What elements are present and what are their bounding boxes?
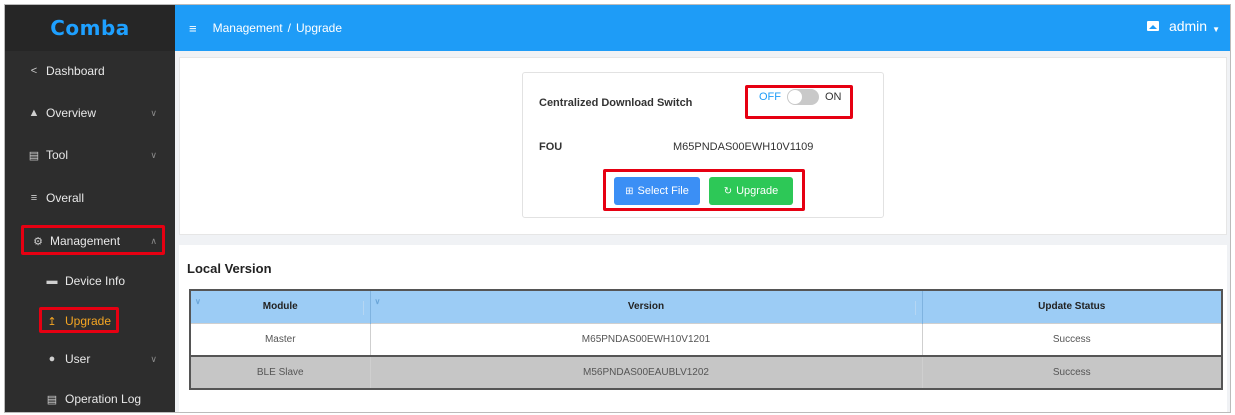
monitor-icon: ▬ — [46, 275, 58, 287]
status-cell: Success — [922, 355, 1223, 390]
select-file-label: Select File — [637, 185, 689, 197]
username: admin — [1168, 18, 1208, 34]
sort-icon: ∨ — [374, 297, 381, 306]
sidebar-item-label: Overview — [46, 106, 97, 120]
menu-toggle-icon[interactable]: ≡ — [189, 21, 197, 36]
logo-text: Comba — [50, 16, 130, 40]
toggle-switch[interactable] — [787, 89, 819, 105]
sidebar-item-device-info[interactable]: ▬ Device Info — [5, 263, 175, 299]
section-title: Local Version — [187, 261, 272, 276]
sidebar-item-overview[interactable]: ▲ Overview ∨ — [5, 93, 175, 133]
user-icon: ● — [48, 353, 56, 365]
user-menu[interactable]: admin ▼ — [1146, 18, 1220, 34]
switch-on-label: ON — [825, 91, 842, 103]
toolbox-icon: ▤ — [28, 149, 40, 162]
top-bar: ≡ Management / Upgrade admin ▼ — [175, 5, 1230, 51]
upgrade-button[interactable]: ↻ Upgrade — [709, 177, 793, 205]
sidebar-item-label: Management — [50, 234, 121, 248]
sidebar-item-overall[interactable]: ≡ Overall — [5, 178, 175, 218]
version-table: ∨ Module ∨ Version Update Status Master M6… — [189, 289, 1223, 390]
gear-icon: ⚙ — [33, 235, 43, 248]
column-header-label: Update Status — [1038, 301, 1106, 313]
sort-icon: ∨ — [195, 297, 201, 306]
document-icon: ▤ — [46, 393, 58, 406]
table-row: BLE Slave M56PNDAS00EAUBLV1202 Success — [190, 355, 1223, 390]
image-icon — [1146, 21, 1159, 31]
column-header-label: Version — [627, 301, 665, 313]
upload-icon: ↥ — [47, 315, 57, 328]
sidebar: Comba < Dashboard ▲ Overview ∨ ▤ Tool ∨ … — [5, 5, 175, 412]
sidebar-item-label: Tool — [46, 148, 69, 162]
logo: Comba — [5, 5, 175, 51]
table-header-row: ∨ Module ∨ Version Update Status — [190, 290, 1223, 323]
chevron-down-icon: ∨ — [150, 149, 157, 160]
breadcrumb: Management / Upgrade — [213, 21, 342, 35]
upgrade-panel: Centralized Download Switch OFF ON FOU M… — [179, 57, 1227, 235]
column-header-label: Module — [262, 301, 298, 313]
caret-down-icon: ▼ — [1212, 24, 1220, 34]
sidebar-item-label: Device Info — [65, 274, 126, 288]
sidebar-item-label: Upgrade — [65, 314, 112, 328]
sidebar-item-dashboard[interactable]: < Dashboard — [5, 51, 175, 91]
sidebar-item-management[interactable]: ⚙ Management ∧ — [5, 221, 175, 261]
centralized-download-switch[interactable]: OFF ON — [759, 89, 842, 105]
app-window: Comba < Dashboard ▲ Overview ∨ ▤ Tool ∨ … — [4, 4, 1231, 413]
sidebar-item-label: Dashboard — [46, 64, 105, 78]
local-version-panel: Local Version ∨ Module ∨ Version Update St… — [179, 245, 1227, 412]
column-resizer[interactable] — [362, 301, 364, 315]
sidebar-item-user[interactable]: ● User ∨ — [5, 341, 175, 377]
module-cell: Master — [190, 322, 371, 356]
breadcrumb-item[interactable]: Management — [213, 21, 283, 35]
refresh-icon: ↻ — [723, 185, 733, 197]
table-row: Master M65PNDAS00EWH10V1201 Success — [190, 322, 1223, 356]
sidebar-item-label: Overall — [46, 191, 85, 205]
file-add-icon: ⊞ — [625, 185, 634, 197]
chevron-up-icon: ∧ — [150, 235, 157, 246]
switch-label: Centralized Download Switch — [539, 97, 693, 109]
version-cell: M65PNDAS00EWH10V1201 — [370, 322, 923, 356]
upgrade-label: Upgrade — [736, 185, 779, 197]
module-cell: BLE Slave — [190, 355, 371, 390]
sidebar-item-label: User — [65, 352, 91, 366]
sidebar-item-operation-log[interactable]: ▤ Operation Log — [5, 381, 175, 412]
chevron-down-icon: ∨ — [150, 107, 157, 118]
select-file-button[interactable]: ⊞ Select File — [614, 177, 700, 205]
fou-version-value: M65PNDAS00EWH10V1109 — [673, 141, 814, 153]
sliders-icon: ≡ — [30, 192, 38, 204]
share-icon: < — [30, 65, 38, 77]
status-cell: Success — [922, 322, 1223, 356]
sidebar-item-upgrade[interactable]: ↥ Upgrade — [5, 303, 175, 339]
column-header[interactable]: Update Status — [922, 290, 1223, 323]
column-header[interactable]: ∨ Version — [370, 290, 923, 323]
switch-off-label: OFF — [759, 91, 781, 103]
breadcrumb-item: Upgrade — [295, 21, 343, 35]
column-header[interactable]: ∨ Module — [190, 290, 371, 323]
upgrade-card: Centralized Download Switch OFF ON FOU M… — [522, 72, 884, 218]
sidebar-item-tool[interactable]: ▤ Tool ∨ — [5, 135, 175, 175]
fou-label: FOU — [539, 141, 563, 153]
breadcrumb-separator: / — [287, 21, 291, 35]
version-cell: M56PNDAS00EAUBLV1202 — [370, 355, 923, 390]
column-resizer[interactable] — [914, 301, 916, 315]
chevron-down-icon: ∨ — [150, 353, 157, 364]
sidebar-item-label: Operation Log — [65, 392, 142, 406]
home-icon: ▲ — [28, 107, 40, 119]
